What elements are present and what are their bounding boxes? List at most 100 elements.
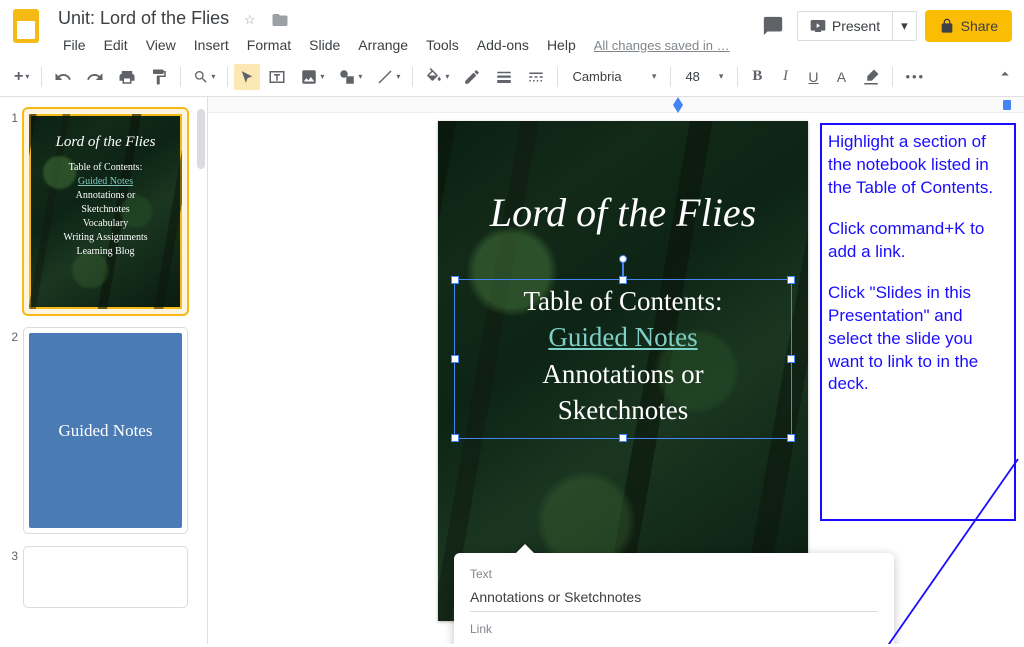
italic-button[interactable]: I (772, 64, 798, 90)
right-indent-icon[interactable] (1003, 100, 1011, 110)
rotate-line (622, 261, 624, 277)
font-size-selector[interactable]: 48 (677, 69, 731, 84)
thumb-line: Writing Assignments (63, 232, 147, 243)
save-status[interactable]: All changes saved in … (585, 34, 739, 57)
slide-title-text[interactable]: Lord of the Flies (438, 189, 808, 236)
undo-button[interactable] (48, 64, 78, 90)
font-family-selector[interactable]: Cambria (564, 69, 664, 84)
filmstrip-scrollbar[interactable] (197, 109, 205, 169)
menu-arrange[interactable]: Arrange (349, 33, 417, 57)
textbox-tool[interactable] (262, 64, 292, 90)
thumb-line: Vocabulary (83, 218, 128, 229)
highlight-color-button[interactable] (856, 64, 886, 90)
indent-marker-icon[interactable] (673, 105, 683, 113)
folder-move-icon[interactable] (271, 11, 289, 29)
slide-thumbnail-3[interactable] (24, 547, 187, 607)
new-slide-button[interactable]: + (8, 64, 35, 90)
link-url-input[interactable] (470, 638, 803, 644)
menu-bar: File Edit View Insert Format Slide Arran… (54, 33, 757, 57)
app-logo[interactable] (6, 6, 46, 46)
select-tool[interactable] (234, 64, 260, 90)
thumb-wrap-3[interactable]: 3 (6, 547, 201, 607)
share-button[interactable]: Share (925, 10, 1012, 42)
text-field-label: Text (454, 567, 894, 583)
document-title[interactable]: Unit: Lord of the Flies (54, 6, 233, 31)
border-color-button[interactable] (457, 64, 487, 90)
toc-link: Guided Notes (548, 322, 697, 352)
present-dropdown[interactable]: ▾ (893, 11, 917, 41)
thumb-number: 3 (6, 547, 24, 607)
thumb-line: Guided Notes (78, 176, 133, 187)
app-header: Unit: Lord of the Flies ☆ File Edit View… (0, 0, 1024, 57)
toolbar: + Cambria 48 B I U A ••• (0, 57, 1024, 97)
thumb-number: 1 (6, 109, 24, 314)
toc-line: Sketchnotes (558, 395, 688, 425)
fill-color-button[interactable] (419, 64, 455, 90)
link-text-input[interactable] (470, 583, 878, 612)
present-button[interactable]: Present (797, 11, 893, 41)
callout-text: Highlight a section of the notebook list… (828, 131, 1008, 200)
instruction-callout: Highlight a section of the notebook list… (820, 123, 1016, 521)
selected-text-box[interactable]: Table of Contents: Guided Notes Annotati… (456, 281, 790, 437)
star-icon[interactable]: ☆ (241, 11, 259, 29)
underline-button[interactable]: U (800, 64, 826, 90)
menu-file[interactable]: File (54, 33, 95, 57)
print-button[interactable] (112, 64, 142, 90)
menu-edit[interactable]: Edit (95, 33, 137, 57)
comments-icon[interactable] (757, 10, 789, 42)
canvas-body[interactable]: Lord of the Flies Table of Contents: (208, 113, 1024, 644)
text-box-content[interactable]: Table of Contents: Guided Notes Annotati… (456, 281, 790, 437)
apply-button[interactable]: Apply (815, 639, 878, 645)
toc-line: Annotations or (542, 359, 703, 389)
redo-button[interactable] (80, 64, 110, 90)
filmstrip: 1 Lord of the Flies Table of Contents: G… (0, 97, 208, 644)
thumb-line: Annotations or (76, 190, 136, 201)
slide-thumbnail-1[interactable]: Lord of the Flies Table of Contents: Gui… (24, 109, 187, 314)
menu-insert[interactable]: Insert (185, 33, 238, 57)
link-field-label: Link (454, 622, 894, 638)
thumb-wrap-2[interactable]: 2 Guided Notes (6, 328, 201, 533)
thumb-line: Learning Blog (76, 246, 134, 257)
thumb-line: Sketchnotes (81, 204, 129, 215)
menu-addons[interactable]: Add-ons (468, 33, 538, 57)
present-group: Present ▾ (797, 11, 917, 41)
thumb-wrap-1[interactable]: 1 Lord of the Flies Table of Contents: G… (6, 109, 201, 314)
line-tool[interactable] (370, 64, 406, 90)
rotate-handle[interactable] (619, 255, 627, 263)
thumb-number: 2 (6, 328, 24, 533)
share-label: Share (961, 18, 998, 34)
paint-format-button[interactable] (144, 64, 174, 90)
more-tools-button[interactable]: ••• (899, 64, 931, 90)
border-weight-button[interactable] (489, 64, 519, 90)
zoom-button[interactable] (187, 64, 221, 90)
horizontal-ruler[interactable] (208, 97, 1024, 113)
title-area: Unit: Lord of the Flies ☆ File Edit View… (54, 6, 757, 57)
thumb-toc-label: Table of Contents: (69, 162, 143, 173)
menu-view[interactable]: View (137, 33, 185, 57)
text-color-button[interactable]: A (828, 64, 854, 90)
menu-slide[interactable]: Slide (300, 33, 349, 57)
slide-thumbnail-2[interactable]: Guided Notes (24, 328, 187, 533)
insert-link-dialog: Text Link Apply Slide 5 Slide 6: Annotat… (454, 553, 894, 644)
header-right: Present ▾ Share (757, 6, 1012, 42)
callout-text: Click "Slides in this Presentation" and … (828, 282, 1008, 397)
font-family-value: Cambria (572, 69, 621, 84)
shape-tool[interactable] (332, 64, 368, 90)
slide-editor[interactable]: Lord of the Flies Table of Contents: (438, 121, 808, 621)
menu-help[interactable]: Help (538, 33, 585, 57)
image-tool[interactable] (294, 64, 330, 90)
menu-format[interactable]: Format (238, 33, 300, 57)
menu-tools[interactable]: Tools (417, 33, 468, 57)
toc-heading: Table of Contents: (523, 286, 722, 316)
thumb-title: Lord of the Flies (35, 132, 176, 153)
indent-marker-icon[interactable] (673, 97, 683, 105)
border-dash-button[interactable] (521, 64, 551, 90)
collapse-toolbar-icon[interactable] (996, 65, 1014, 83)
callout-text: Click command+K to add a link. (828, 218, 1008, 264)
bold-button[interactable]: B (744, 64, 770, 90)
canvas-area: Lord of the Flies Table of Contents: (208, 97, 1024, 644)
dialog-arrow-icon (516, 544, 534, 553)
thumb-title: Guided Notes (29, 333, 182, 528)
main-area: 1 Lord of the Flies Table of Contents: G… (0, 97, 1024, 644)
present-label: Present (832, 18, 880, 34)
